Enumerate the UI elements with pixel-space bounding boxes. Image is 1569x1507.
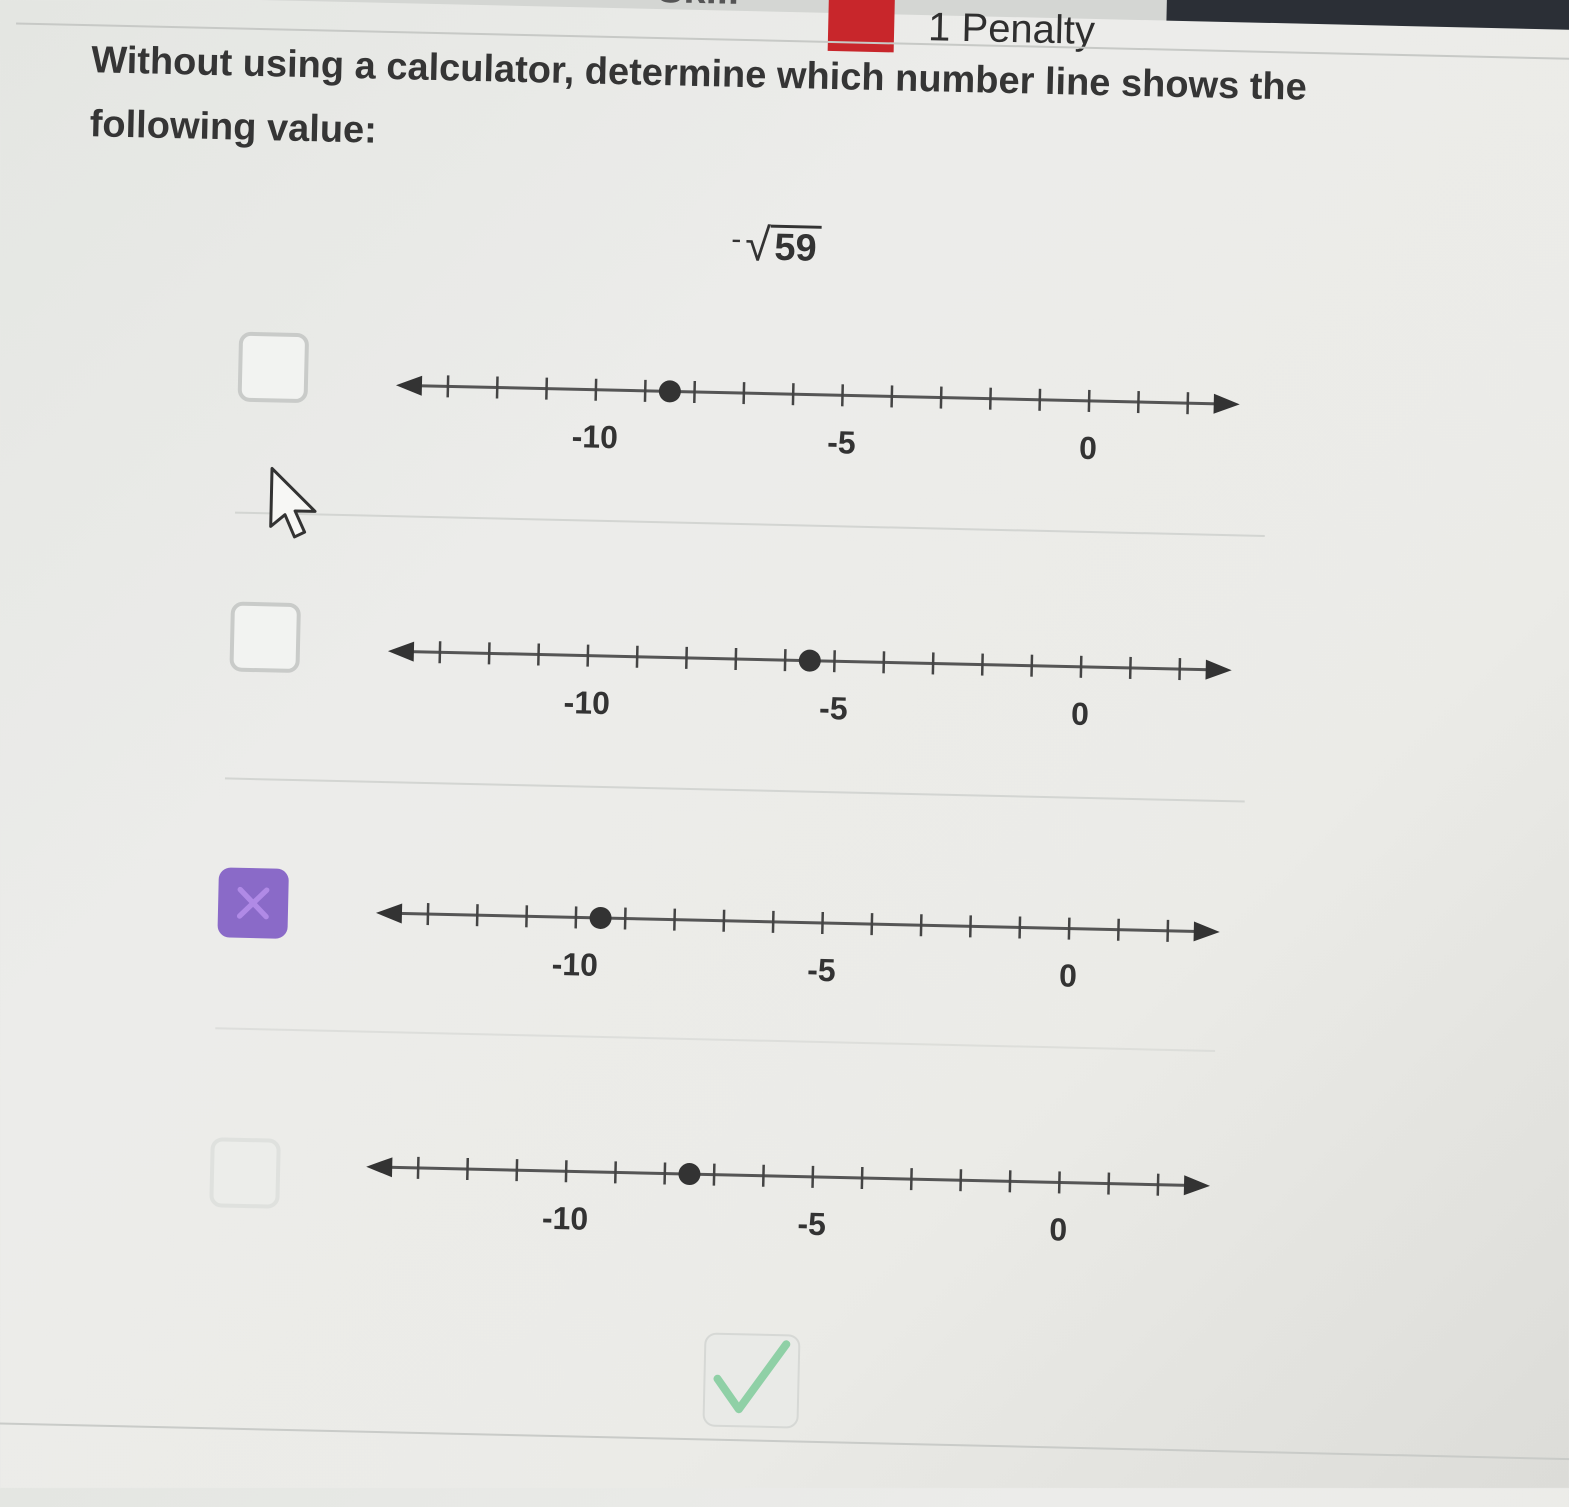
arrow-right-icon [1184, 1175, 1210, 1196]
answer-option-4[interactable]: -10-50 [12, 0, 1569, 258]
tick-label: -5 [807, 952, 836, 989]
option-4-number-line: -10 -5 0 [336, 1132, 1239, 1292]
arrow-right-icon [1194, 921, 1220, 942]
plotted-point [799, 649, 821, 671]
plotted-point [678, 1163, 700, 1185]
option-1-checkbox[interactable] [238, 332, 310, 404]
axis-line [418, 386, 1218, 404]
tick-label: 0 [1059, 957, 1078, 993]
tick-label: -10 [571, 418, 618, 455]
arrow-right-icon [1214, 394, 1240, 415]
option-1-number-line: -10 -5 0 [366, 351, 1269, 511]
tick-label: -10 [563, 684, 610, 721]
arrow-left-icon [366, 1157, 392, 1178]
option-divider [225, 777, 1245, 802]
axis-line [388, 1167, 1188, 1185]
submit-button[interactable] [702, 1332, 800, 1428]
option-4-checkbox[interactable] [209, 1137, 281, 1209]
option-3-number-line: -10 -5 0 [346, 878, 1249, 1038]
mouse-pointer-icon [266, 464, 324, 541]
tick-label: -10 [551, 946, 598, 983]
plotted-point [659, 380, 681, 402]
tick-label: -5 [827, 424, 856, 461]
arrow-left-icon [396, 375, 422, 396]
tick-label: 0 [1071, 696, 1090, 732]
screen: Skill 1 Penalty Without using a calculat… [0, 0, 1569, 1506]
check-icon [704, 1334, 798, 1426]
tick-label: 0 [1049, 1211, 1068, 1247]
tick-label: -10 [542, 1200, 589, 1237]
axis-line [398, 913, 1198, 931]
option-2-number-line: -10 -5 0 [358, 616, 1261, 776]
option-2-checkbox[interactable] [229, 602, 301, 674]
arrow-right-icon [1205, 660, 1231, 681]
tick-label: -5 [819, 690, 848, 727]
plotted-point [589, 907, 611, 929]
tick-label: 0 [1079, 430, 1098, 466]
arrow-left-icon [388, 641, 414, 662]
arrow-left-icon [376, 903, 402, 924]
x-icon [221, 871, 284, 934]
tick-label: -5 [797, 1206, 826, 1243]
option-3-checkbox[interactable] [217, 867, 289, 939]
option-divider [235, 512, 1265, 537]
